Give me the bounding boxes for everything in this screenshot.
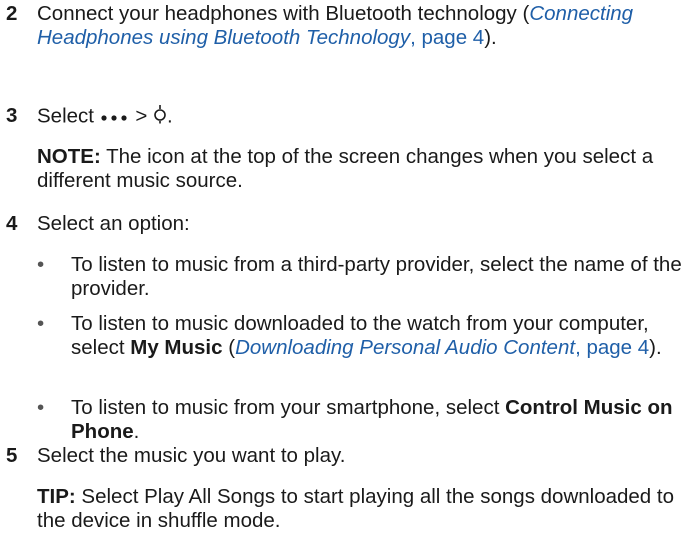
music-source-icon	[153, 104, 167, 130]
link-downloading-audio[interactable]: Downloading Personal Audio Content, page…	[235, 336, 649, 359]
note-text: The icon at the top of the screen change…	[37, 145, 654, 192]
step-2-text-before: Connect your headphones with Bluetooth t…	[37, 2, 530, 25]
bullet-marker: •	[37, 253, 45, 276]
step-5-text: Select the music you want to play.	[37, 444, 346, 467]
bullet-marker: •	[37, 396, 45, 419]
option-text-before: To listen to music from your smartphone,…	[71, 396, 506, 419]
option-text-after: ).	[649, 336, 662, 359]
tip-label: TIP:	[37, 485, 76, 508]
link-page[interactable]: page 4	[422, 26, 485, 49]
link-separator[interactable]: ,	[410, 26, 421, 49]
step-number: 3	[6, 104, 18, 127]
link-separator[interactable]: ,	[575, 336, 586, 359]
step-2-text-after: ).	[484, 26, 497, 49]
note-paragraph: NOTE: The icon at the top of the screen …	[37, 145, 682, 193]
tip-paragraph: TIP: Select Play All Songs to start play…	[37, 485, 682, 533]
step-number: 4	[6, 212, 18, 235]
option-third-party: To listen to music from a third-party pr…	[71, 253, 682, 300]
step-3-separator: >	[129, 104, 154, 128]
bullet-marker: •	[37, 312, 45, 335]
step-2-text: Connect your headphones with Bluetooth t…	[37, 2, 682, 50]
link-page[interactable]: page 4	[586, 336, 649, 359]
step-number: 2	[6, 2, 18, 25]
step-number: 5	[6, 444, 18, 467]
option-smartphone: To listen to music from your smartphone,…	[71, 396, 683, 444]
step-3-text-after: .	[167, 104, 173, 128]
tip-text: Select Play All Songs to start playing a…	[37, 485, 675, 532]
step-4-text: Select an option:	[37, 212, 190, 235]
option-my-music: To listen to music downloaded to the wat…	[71, 312, 683, 360]
link-title[interactable]: Downloading Personal Audio Content	[235, 336, 575, 359]
note-label: NOTE:	[37, 145, 101, 168]
more-dots-icon	[100, 105, 130, 129]
my-music-label: My Music	[130, 336, 223, 359]
option-text-after: .	[133, 420, 140, 443]
step-3-text-before: Select	[37, 104, 100, 128]
step-3-text: Select > .	[37, 104, 682, 130]
option-text-mid: (	[222, 336, 236, 359]
